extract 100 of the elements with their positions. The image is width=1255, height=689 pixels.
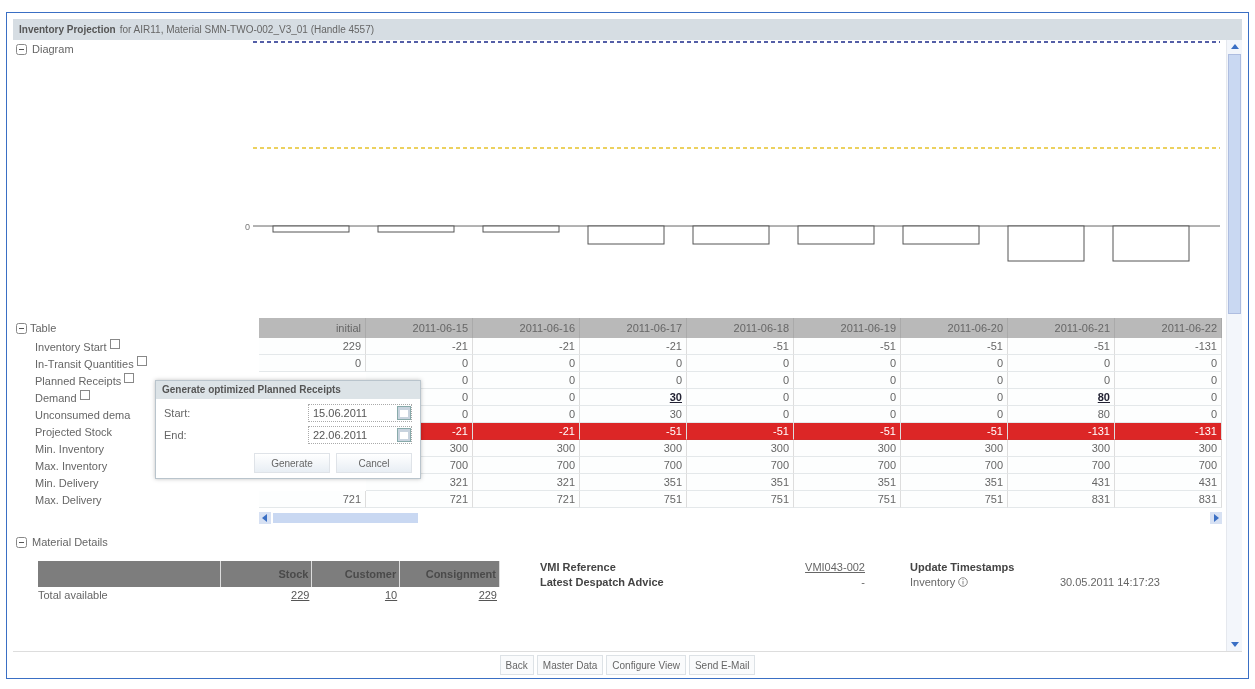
table-cell: -51 [901, 338, 1008, 355]
column-header: 2011-06-21 [1008, 318, 1115, 338]
date-field[interactable]: 22.06.2011 [308, 426, 412, 444]
row-label: Demand [35, 391, 77, 404]
table-cell: 300 [794, 440, 901, 457]
table-cell: 300 [901, 440, 1008, 457]
table-cell: 0 [687, 372, 794, 389]
quantity-link[interactable]: 229 [220, 587, 313, 604]
quantity-link[interactable]: 30 [580, 389, 687, 406]
row-label: Planned Receipts [35, 374, 122, 387]
row-label: Min. Inventory [35, 442, 105, 455]
table-cell: 0 [1115, 372, 1222, 389]
column-header: 2011-06-20 [901, 318, 1008, 338]
table-cell: 751 [901, 491, 1008, 508]
axis-label: 0 [245, 222, 250, 232]
table-cell: 700 [580, 457, 687, 474]
quantity-link[interactable]: 80 [1008, 389, 1115, 406]
dialog-title: Generate optimized Planned Receipts [156, 381, 420, 399]
table-cell: 0 [794, 372, 901, 389]
footer-button[interactable]: Master Data [536, 655, 604, 675]
table-cell: 300 [473, 440, 580, 457]
table-cell: 0 [259, 355, 366, 372]
table-cell: 0 [901, 406, 1008, 423]
expand-icon[interactable] [109, 338, 120, 349]
field-label: Start: [164, 407, 191, 419]
dialog-button[interactable]: Generate [254, 453, 330, 473]
table-cell: 700 [473, 457, 580, 474]
row-label: Unconsumed dema [35, 408, 131, 421]
field-label: End: [164, 429, 187, 441]
table-cell: 351 [687, 474, 794, 491]
section-label: Table [30, 322, 57, 334]
table-cell: 721 [366, 491, 473, 508]
footer-button[interactable]: Send E-Mail [688, 655, 756, 675]
expand-icon[interactable] [124, 372, 135, 383]
row-label: Max. Delivery [35, 493, 102, 506]
table-cell: 0 [473, 406, 580, 423]
table-cell: 0 [1115, 389, 1222, 406]
table-cell: 0 [580, 372, 687, 389]
table-cell: 751 [580, 491, 687, 508]
field-label: Latest Despatch Advice [540, 576, 664, 590]
table-cell: 831 [1008, 491, 1115, 508]
table-cell: 321 [473, 474, 580, 491]
calendar-icon[interactable] [397, 428, 411, 442]
dialog-button[interactable]: Cancel [336, 453, 412, 473]
row-label: Total available [38, 588, 109, 603]
table-cell: 0 [1115, 355, 1222, 372]
table-cell: 751 [794, 491, 901, 508]
table-cell: 751 [687, 491, 794, 508]
date-field[interactable]: 15.06.2011 [308, 404, 412, 422]
table-cell: -21 [473, 338, 580, 355]
field-label: VMI Reference [540, 561, 616, 575]
table-cell: 0 [687, 406, 794, 423]
table-cell: 0 [473, 389, 580, 406]
table-cell: 0 [794, 355, 901, 372]
table-cell: -51 [794, 423, 901, 440]
section-title: Update Timestamps [910, 561, 1016, 575]
table-cell: 300 [1008, 440, 1115, 457]
table-cell: -131 [1115, 338, 1222, 355]
table-cell: -51 [687, 423, 794, 440]
table-cell: -131 [1115, 423, 1222, 440]
info-icon[interactable] [958, 577, 969, 587]
table-cell: 0 [473, 372, 580, 389]
footer-button[interactable]: Back [499, 655, 534, 675]
table-cell: 229 [259, 338, 366, 355]
table-cell: 431 [1008, 474, 1115, 491]
calendar-icon[interactable] [397, 406, 411, 420]
table-cell: 721 [259, 491, 366, 508]
horizontal-scrollbar[interactable] [259, 511, 1222, 525]
vertical-scrollbar[interactable] [1226, 40, 1242, 651]
panel-title: Inventory Projection for AIR11, Material SMN-TWO-002_V3_01 (Handle 4557) [13, 19, 1242, 40]
column-header: 2011-06-18 [687, 318, 794, 338]
table-cell: -51 [901, 423, 1008, 440]
table-cell: -51 [794, 338, 901, 355]
table-cell: 80 [1008, 406, 1115, 423]
table-cell: 700 [901, 457, 1008, 474]
table-cell: 0 [794, 406, 901, 423]
table-cell: 300 [1115, 440, 1222, 457]
table-cell: 0 [1115, 406, 1222, 423]
footer-button[interactable]: Configure View [606, 655, 686, 675]
table-cell: -51 [1008, 338, 1115, 355]
expand-icon[interactable] [136, 355, 147, 366]
table-cell: 351 [901, 474, 1008, 491]
table-cell: 351 [580, 474, 687, 491]
table-cell: 351 [794, 474, 901, 491]
table-cell: 30 [580, 406, 687, 423]
table-cell: -21 [366, 338, 473, 355]
collapse-icon[interactable] [16, 322, 27, 334]
collapse-icon[interactable] [16, 536, 27, 548]
column-header: 2011-06-19 [794, 318, 901, 338]
field-label: Inventory [910, 576, 956, 588]
collapse-icon[interactable] [16, 43, 27, 55]
row-label: Inventory Start [35, 340, 107, 353]
expand-icon[interactable] [79, 389, 90, 400]
quantity-link[interactable]: 10 [312, 587, 401, 604]
table-cell: 0 [580, 355, 687, 372]
reference-link[interactable]: VMI043-002 [805, 561, 870, 576]
table-cell: 0 [1008, 372, 1115, 389]
column-header: 2011-06-22 [1115, 318, 1222, 338]
quantity-link[interactable]: 229 [400, 587, 500, 604]
table-cell: -21 [473, 423, 580, 440]
